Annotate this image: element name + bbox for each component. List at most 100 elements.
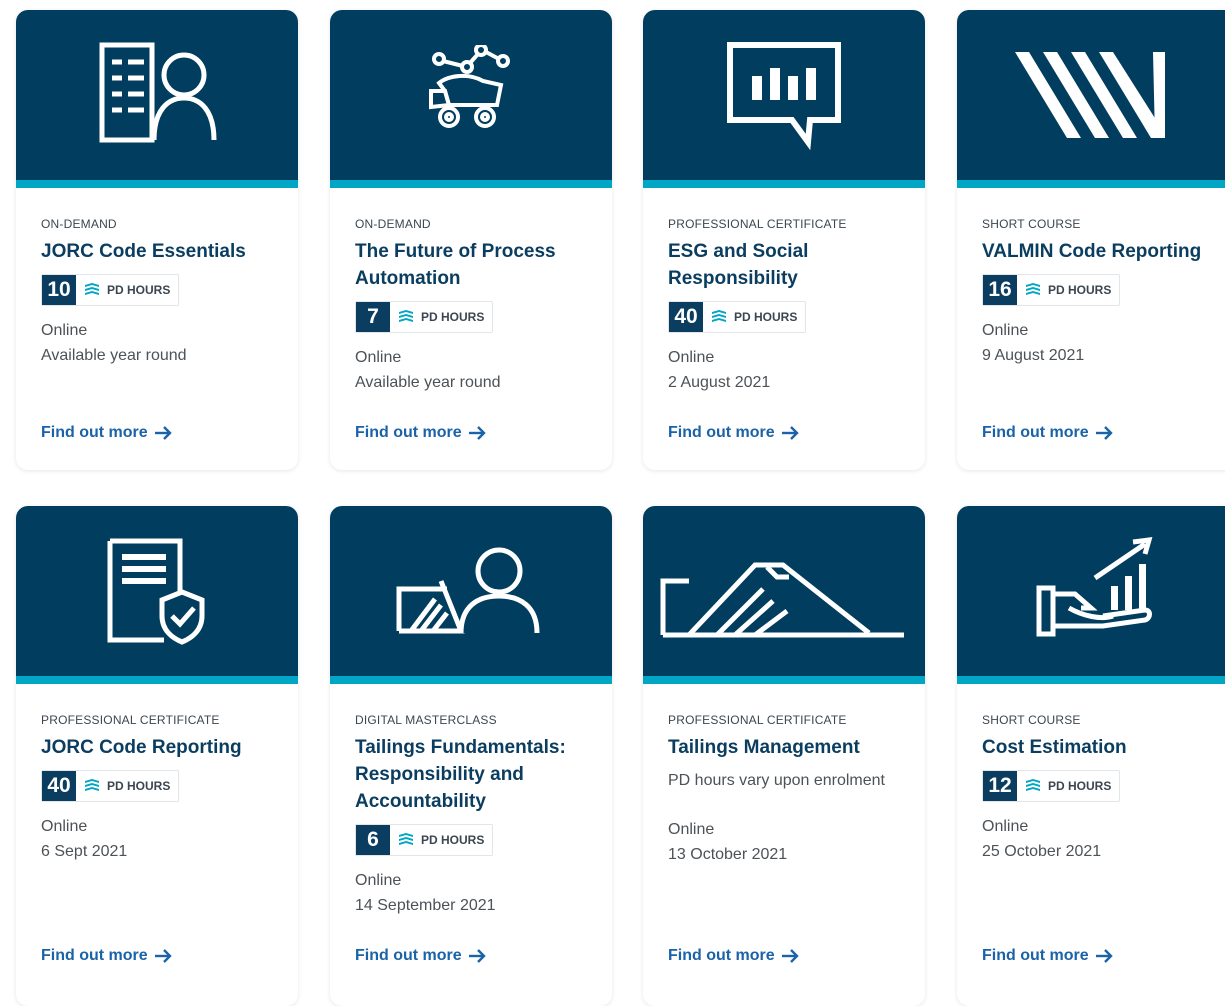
arrow-right-icon (1095, 949, 1113, 963)
course-details: Online 13 October 2021 (668, 817, 900, 867)
course-date: Available year round (355, 374, 501, 391)
pd-hours-count: 10 (42, 275, 76, 305)
course-card[interactable]: SHORT COURSE Cost Estimation 12 PD HOURS… (957, 506, 1225, 1006)
course-date: 6 Sept 2021 (41, 843, 128, 860)
course-title: Tailings Management (668, 737, 860, 758)
course-date: 25 October 2021 (982, 843, 1102, 860)
pd-hours-badge: 7 PD HOURS (355, 301, 494, 333)
find-out-more-label: Find out more (668, 424, 775, 441)
course-title: Cost Estimation (982, 737, 1127, 758)
card-hero (957, 506, 1225, 684)
pd-hours-icon (711, 310, 727, 324)
course-details: Online 9 August 2021 (982, 318, 1214, 368)
card-hero (330, 10, 612, 188)
pd-hours-icon (84, 283, 100, 297)
chat-bar-chart-icon (727, 42, 841, 150)
find-out-more-link[interactable]: Find out more (41, 424, 172, 442)
course-date: 2 August 2021 (668, 374, 771, 391)
course-mode: Online (668, 349, 715, 366)
tailings-dam-icon (660, 562, 904, 638)
find-out-more-label: Find out more (41, 947, 148, 964)
pd-hours-icon (1025, 283, 1041, 297)
pd-hours-badge: 6 PD HOURS (355, 824, 494, 856)
course-details: Online Available year round (41, 318, 273, 368)
tailings-dam-person-icon (396, 547, 540, 634)
pd-hours-badge: 12 PD HOURS (982, 770, 1121, 802)
pd-hours-badge: 40 PD HOURS (41, 770, 180, 802)
find-out-more-label: Find out more (355, 947, 462, 964)
dump-truck-chart-icon (429, 45, 510, 128)
course-category: PROFESSIONAL CERTIFICATE (41, 713, 220, 727)
course-card[interactable]: ON-DEMAND JORC Code Essentials 10 PD HOU… (16, 10, 298, 470)
diagonal-stripes-icon (1015, 51, 1165, 138)
course-details: Online 14 September 2021 (355, 868, 587, 918)
course-category: SHORT COURSE (982, 713, 1081, 727)
arrow-right-icon (468, 949, 486, 963)
pd-hours-icon (398, 310, 414, 324)
arrow-right-icon (781, 426, 799, 440)
pd-hours-badge: 10 PD HOURS (41, 274, 180, 306)
find-out-more-link[interactable]: Find out more (355, 424, 486, 442)
arrow-right-icon (154, 949, 172, 963)
find-out-more-link[interactable]: Find out more (668, 424, 799, 442)
find-out-more-link[interactable]: Find out more (982, 424, 1113, 442)
pd-hours-count: 7 (356, 302, 390, 332)
find-out-more-link[interactable]: Find out more (355, 947, 486, 965)
document-person-icon (99, 42, 217, 143)
find-out-more-label: Find out more (41, 424, 148, 441)
card-hero (16, 506, 298, 684)
card-hero (643, 506, 925, 684)
course-mode: Online (668, 821, 715, 838)
course-title: Tailings Fundamentals: Responsibility an… (355, 737, 566, 812)
pd-hours-icon (398, 833, 414, 847)
course-category: PROFESSIONAL CERTIFICATE (668, 713, 847, 727)
course-card[interactable]: PROFESSIONAL CERTIFICATE ESG and Social … (643, 10, 925, 470)
find-out-more-link[interactable]: Find out more (668, 947, 799, 965)
pd-hours-count: 40 (42, 771, 76, 801)
arrow-right-icon (154, 426, 172, 440)
course-category: ON-DEMAND (355, 217, 431, 231)
find-out-more-label: Find out more (982, 947, 1089, 964)
pd-hours-label: PD HOURS (1048, 283, 1112, 297)
pd-hours-label: PD HOURS (1048, 779, 1112, 793)
course-card[interactable]: DIGITAL MASTERCLASS Tailings Fundamental… (330, 506, 612, 1006)
pd-hours-label: PD HOURS (421, 310, 485, 324)
arrow-right-icon (1095, 426, 1113, 440)
pd-hours-count: 16 (983, 275, 1017, 305)
pd-hours-count: 6 (356, 825, 390, 855)
course-mode: Online (982, 322, 1029, 339)
course-title: VALMIN Code Reporting (982, 241, 1202, 262)
card-hero (643, 10, 925, 188)
course-category: SHORT COURSE (982, 217, 1081, 231)
card-hero (16, 10, 298, 188)
course-date: 14 September 2021 (355, 897, 496, 914)
course-date: 13 October 2021 (668, 846, 788, 863)
pd-hours-label: PD HOURS (421, 833, 485, 847)
course-details: Online 2 August 2021 (668, 345, 900, 395)
pd-hours-label: PD HOURS (107, 779, 171, 793)
course-details: Online 25 October 2021 (982, 814, 1214, 864)
course-title: JORC Code Reporting (41, 737, 242, 758)
pd-hours-label: PD HOURS (734, 310, 798, 324)
course-title: JORC Code Essentials (41, 241, 246, 262)
find-out-more-label: Find out more (982, 424, 1089, 441)
pd-hours-icon (1025, 779, 1041, 793)
find-out-more-label: Find out more (355, 424, 462, 441)
course-title: The Future of Process Automation (355, 241, 556, 289)
course-date: 9 August 2021 (982, 347, 1085, 364)
course-mode: Online (41, 322, 88, 339)
course-mode: Online (355, 349, 402, 366)
course-card[interactable]: ON-DEMAND The Future of Process Automati… (330, 10, 612, 470)
course-card[interactable]: SHORT COURSE VALMIN Code Reporting 16 PD… (957, 10, 1225, 470)
course-card[interactable]: PROFESSIONAL CERTIFICATE Tailings Manage… (643, 506, 925, 1006)
card-hero (330, 506, 612, 684)
pd-hours-badge: 40 PD HOURS (668, 301, 807, 333)
pd-hours-count: 12 (983, 771, 1017, 801)
course-mode: Online (355, 872, 402, 889)
pd-hours-count: 40 (669, 302, 703, 332)
find-out-more-link[interactable]: Find out more (982, 947, 1113, 965)
course-card[interactable]: PROFESSIONAL CERTIFICATE JORC Code Repor… (16, 506, 298, 1006)
course-date: Available year round (41, 347, 187, 364)
course-category: PROFESSIONAL CERTIFICATE (668, 217, 847, 231)
find-out-more-link[interactable]: Find out more (41, 947, 172, 965)
